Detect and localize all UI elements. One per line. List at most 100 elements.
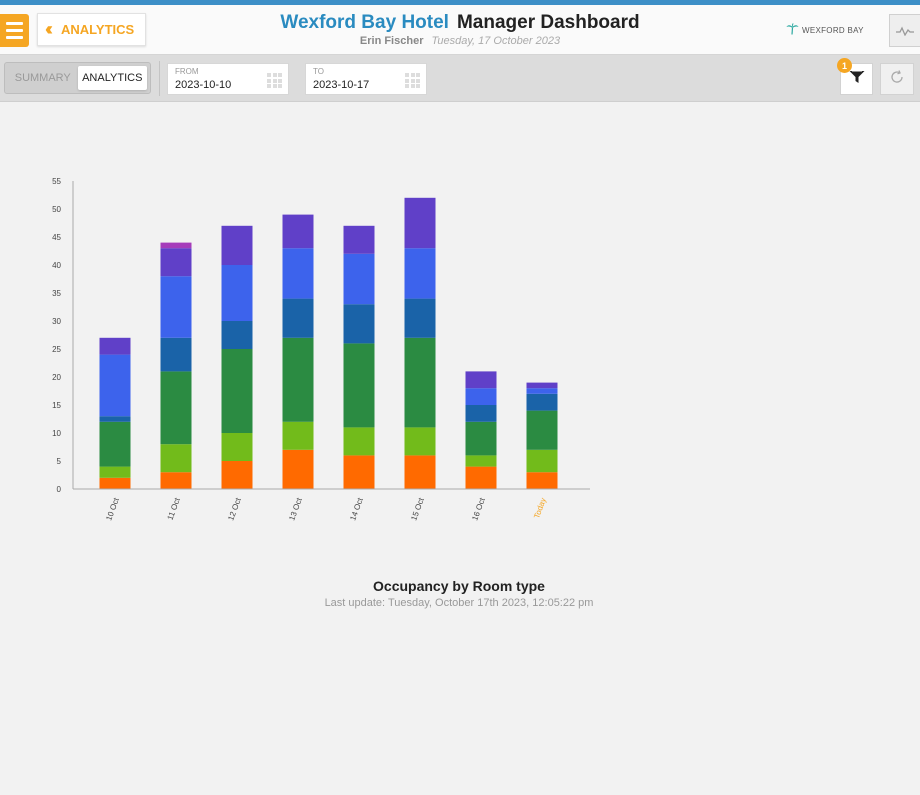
bar-segment (404, 298, 436, 338)
bar-segment (526, 449, 558, 473)
calendar-grid-icon[interactable] (405, 73, 420, 88)
to-date-value: 2023-10-17 (313, 79, 370, 91)
occupancy-chart: 0 5 10 15 20 25 30 35 40 45 50 55 10 Oct 11 Oct 12 Oct… (52, 177, 590, 522)
tab-analytics[interactable]: ANALYTICS (77, 66, 147, 90)
bar-segment (160, 444, 192, 473)
to-date-field[interactable]: TO 2023-10-17 (305, 63, 427, 95)
y-tick-label: 30 (52, 317, 61, 326)
chart-title: Occupancy by Room type (373, 578, 545, 594)
bar-segment (221, 461, 253, 489)
bar-segment (526, 388, 558, 394)
bar-segment (526, 410, 558, 450)
bar-segment (160, 371, 192, 445)
bar-segment (282, 449, 314, 489)
bar-segment (343, 253, 375, 305)
funnel-filter-icon (849, 70, 865, 89)
bar-segment (99, 421, 131, 467)
y-tick-label: 55 (52, 177, 61, 186)
x-tick-label: 16 Oct (470, 496, 487, 522)
hotel-name: Wexford Bay Hotel (280, 12, 449, 33)
bar-segment (343, 427, 375, 456)
brand-name: WEXFORD BAY (802, 26, 864, 35)
occupancy-chart-panel: 0 5 10 15 20 25 30 35 40 45 50 55 10 Oct 11 Oct 12 Oct… (0, 103, 920, 795)
to-date-label: TO (313, 67, 324, 76)
bar-segment (221, 225, 253, 265)
bar-segment (282, 214, 314, 249)
toolbar: SUMMARY ANALYTICS FROM 2023-10-10 TO 202… (0, 55, 920, 102)
bar-segment (282, 421, 314, 450)
x-tick-label: 11 Oct (166, 496, 183, 521)
x-tick-label: 13 Oct (287, 496, 304, 522)
bar-segment (404, 427, 436, 456)
bar-segment (282, 337, 314, 422)
from-date-value: 2023-10-10 (175, 79, 232, 91)
current-date: Tuesday, 17 October 2023 (431, 35, 561, 47)
y-tick-label: 15 (52, 401, 61, 410)
pulse-line-icon[interactable] (889, 14, 920, 47)
x-tick-label: 10 Oct (104, 496, 121, 522)
bar-segment (526, 472, 558, 489)
palm-tree-icon (786, 23, 799, 38)
bar-segment (221, 265, 253, 321)
bar-segment (404, 248, 436, 299)
app-header: ‹‹ ANALYTICS Wexford Bay Hotel Manager Da… (0, 5, 920, 55)
refresh-icon (889, 69, 905, 90)
bar-segment (404, 337, 436, 428)
bar-segment (99, 354, 131, 417)
from-date-field[interactable]: FROM 2023-10-10 (167, 63, 289, 95)
x-tick-label: 15 Oct (409, 496, 426, 522)
bar-segment (221, 349, 253, 433)
y-tick-label: 25 (52, 345, 61, 354)
bar-segment (160, 276, 192, 338)
bar-segment (343, 455, 375, 489)
bar-segment (465, 388, 497, 405)
chart-last-update: Last update: Tuesday, October 17th 2023,… (324, 597, 594, 609)
bar-segment (160, 248, 192, 277)
bar-segment (99, 477, 131, 489)
from-date-label: FROM (175, 67, 199, 76)
y-tick-label: 35 (52, 289, 61, 298)
y-tick-label: 0 (57, 485, 62, 494)
bar-segment (465, 455, 497, 467)
y-tick-label: 50 (52, 205, 61, 214)
bar-segment (526, 382, 558, 389)
user-name: Erin Fischer (359, 35, 424, 47)
tab-summary[interactable]: SUMMARY (8, 66, 78, 90)
refresh-button[interactable] (880, 63, 914, 95)
bar-segment (404, 455, 436, 489)
bar-segment (99, 416, 131, 422)
bar-segment (404, 197, 436, 249)
bar-segment (221, 321, 253, 349)
bar-segment (282, 298, 314, 338)
x-tick-label: Today (532, 497, 548, 520)
y-tick-label: 10 (52, 429, 61, 438)
filter-count-badge: 1 (837, 58, 852, 73)
bar-segment (99, 337, 131, 355)
y-tick-label: 5 (57, 457, 62, 466)
bar-segment (343, 304, 375, 344)
bar-segment (343, 225, 375, 254)
bar-segment (221, 433, 253, 461)
bar-segment (465, 466, 497, 489)
bar-segment (160, 472, 192, 489)
view-toggle: SUMMARY ANALYTICS (4, 62, 151, 94)
brand-logo: WEXFORD BAY (786, 23, 864, 38)
bar-segment (465, 405, 497, 422)
bar-segment (465, 421, 497, 456)
page-title-block: Wexford Bay Hotel Manager Dashboard Erin … (0, 12, 920, 47)
bar-segment (160, 337, 192, 372)
bar-segment (160, 242, 192, 249)
bar-segment (343, 343, 375, 428)
y-tick-label: 45 (52, 233, 61, 242)
x-tick-label: 12 Oct (226, 496, 243, 522)
x-tick-label: 14 Oct (348, 496, 365, 522)
y-tick-label: 20 (52, 373, 61, 382)
toolbar-divider (159, 61, 160, 96)
bar-segment (99, 466, 131, 478)
bar-segment (282, 248, 314, 299)
bar-segment (465, 371, 497, 389)
y-tick-label: 40 (52, 261, 61, 270)
calendar-grid-icon[interactable] (267, 73, 282, 88)
dashboard-title: Manager Dashboard (456, 12, 640, 33)
bar-segment (526, 393, 558, 411)
